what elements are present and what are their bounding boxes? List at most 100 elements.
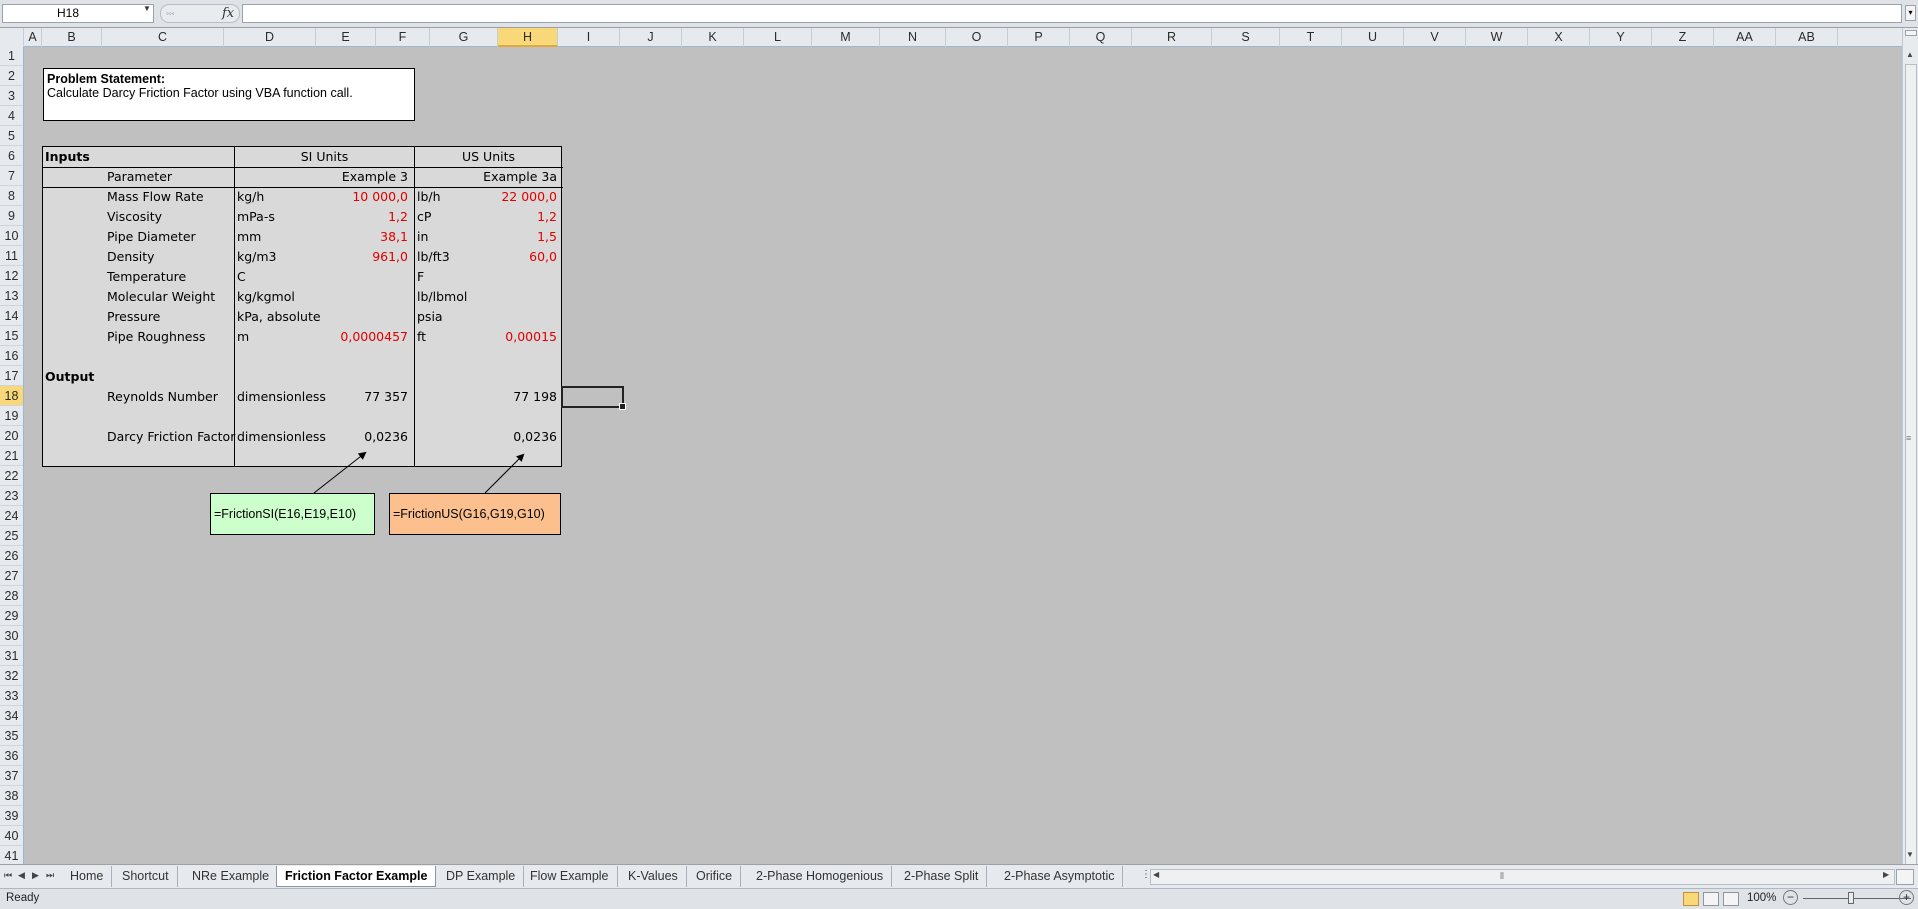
column-header-b[interactable]: B [42, 28, 102, 47]
insert-function-icon[interactable]: fx [222, 6, 234, 21]
row-header-23[interactable]: 23 [0, 486, 23, 506]
vertical-scroll-thumb[interactable] [1905, 64, 1917, 876]
us-formula-callout[interactable]: =FrictionUS(G16,G19,G10) [389, 493, 561, 535]
column-header-g[interactable]: G [430, 28, 498, 47]
us-value[interactable]: 22 000,0 [473, 187, 557, 207]
first-sheet-icon[interactable]: ⏮ [4, 870, 12, 881]
row-header-16[interactable]: 16 [0, 346, 23, 366]
column-header-c[interactable]: C [102, 28, 224, 47]
row-header-5[interactable]: 5 [0, 126, 23, 146]
column-header-h[interactable]: H [498, 28, 558, 47]
column-header-v[interactable]: V [1404, 28, 1466, 47]
column-header-x[interactable]: X [1528, 28, 1590, 47]
row-header-20[interactable]: 20 [0, 426, 23, 446]
row-header-28[interactable]: 28 [0, 586, 23, 606]
row-header-4[interactable]: 4 [0, 106, 23, 126]
zoom-out-button[interactable]: − [1783, 890, 1798, 905]
us-value[interactable]: 0,00015 [473, 327, 557, 347]
friction-si-value[interactable]: 0,0236 [335, 427, 408, 447]
si-value[interactable]: 0,0000457 [323, 327, 408, 347]
si-formula-callout[interactable]: =FrictionSI(E16,E19,E10) [210, 493, 375, 535]
row-header-36[interactable]: 36 [0, 746, 23, 766]
formula-input[interactable] [242, 4, 1902, 23]
column-header-m[interactable]: M [812, 28, 880, 47]
row-header-11[interactable]: 11 [0, 246, 23, 266]
select-all-button[interactable] [0, 28, 24, 47]
scroll-up-icon[interactable]: ▲ [1906, 50, 1914, 59]
reynolds-si-value[interactable]: 77 357 [335, 387, 408, 407]
column-header-f[interactable]: F [376, 28, 430, 47]
column-header-d[interactable]: D [224, 28, 316, 47]
row-header-3[interactable]: 3 [0, 86, 23, 106]
split-handle[interactable] [1896, 869, 1914, 885]
row-header-1[interactable]: 1 [0, 46, 23, 66]
row-header-35[interactable]: 35 [0, 726, 23, 746]
us-value[interactable]: 1,2 [473, 207, 557, 227]
column-header-s[interactable]: S [1212, 28, 1280, 47]
us-value[interactable] [473, 267, 557, 287]
row-header-24[interactable]: 24 [0, 506, 23, 526]
sheet-tab[interactable]: 2-Phase Asymptotic [996, 866, 1124, 887]
column-header-y[interactable]: Y [1590, 28, 1652, 47]
page-break-view-button[interactable] [1723, 892, 1739, 906]
us-value[interactable]: 1,5 [473, 227, 557, 247]
column-header-a[interactable]: A [24, 28, 42, 47]
row-header-29[interactable]: 29 [0, 606, 23, 626]
reynolds-us-value[interactable]: 77 198 [483, 387, 557, 407]
si-value[interactable] [323, 267, 408, 287]
row-header-40[interactable]: 40 [0, 826, 23, 846]
sheet-tab[interactable]: NRe Example [184, 866, 279, 887]
zoom-in-button[interactable]: + [1899, 890, 1914, 905]
zoom-level[interactable]: 100% [1747, 892, 1776, 904]
normal-view-button[interactable] [1683, 892, 1699, 906]
column-header-w[interactable]: W [1466, 28, 1528, 47]
sheet-tab[interactable]: 2-Phase Split [896, 866, 988, 887]
column-header-l[interactable]: L [744, 28, 812, 47]
row-header-10[interactable]: 10 [0, 226, 23, 246]
next-sheet-icon[interactable]: ▶ [32, 870, 39, 881]
column-header-aa[interactable]: AA [1714, 28, 1776, 47]
row-header-6[interactable]: 6 [0, 146, 23, 166]
column-header-i[interactable]: I [558, 28, 620, 47]
row-header-30[interactable]: 30 [0, 626, 23, 646]
friction-us-value[interactable]: 0,0236 [483, 427, 557, 447]
row-header-18[interactable]: 18 [0, 386, 23, 406]
row-header-9[interactable]: 9 [0, 206, 23, 226]
si-value[interactable]: 38,1 [323, 227, 408, 247]
column-header-u[interactable]: U [1342, 28, 1404, 47]
si-value[interactable]: 10 000,0 [323, 187, 408, 207]
si-value[interactable]: 961,0 [323, 247, 408, 267]
column-header-r[interactable]: R [1132, 28, 1212, 47]
row-header-26[interactable]: 26 [0, 546, 23, 566]
page-layout-view-button[interactable] [1703, 892, 1719, 906]
column-header-p[interactable]: P [1008, 28, 1070, 47]
row-header-12[interactable]: 12 [0, 266, 23, 286]
us-value[interactable] [473, 287, 557, 307]
column-header-e[interactable]: E [316, 28, 376, 47]
column-header-k[interactable]: K [682, 28, 744, 47]
column-header-t[interactable]: T [1280, 28, 1342, 47]
row-header-7[interactable]: 7 [0, 166, 23, 186]
row-header-2[interactable]: 2 [0, 66, 23, 86]
row-header-38[interactable]: 38 [0, 786, 23, 806]
row-header-39[interactable]: 39 [0, 806, 23, 826]
row-header-37[interactable]: 37 [0, 766, 23, 786]
column-header-ab[interactable]: AB [1776, 28, 1838, 47]
row-header-32[interactable]: 32 [0, 666, 23, 686]
column-header-j[interactable]: J [620, 28, 682, 47]
row-header-25[interactable]: 25 [0, 526, 23, 546]
horizontal-scrollbar[interactable] [1150, 869, 1895, 885]
last-sheet-icon[interactable]: ⏭ [46, 870, 54, 881]
sheet-tab[interactable]: Home [62, 866, 113, 887]
name-box-dropdown-icon[interactable]: ▼ [143, 4, 151, 13]
sheet-tab[interactable]: Orifice [688, 866, 742, 887]
zoom-slider-thumb[interactable] [1848, 892, 1854, 904]
name-box[interactable]: H18 [2, 4, 154, 23]
row-header-8[interactable]: 8 [0, 186, 23, 206]
row-header-34[interactable]: 34 [0, 706, 23, 726]
si-value[interactable] [323, 307, 408, 327]
si-value[interactable]: 1,2 [323, 207, 408, 227]
sheet-tab[interactable]: Friction Factor Example [276, 866, 437, 887]
column-header-q[interactable]: Q [1070, 28, 1132, 47]
column-header-z[interactable]: Z [1652, 28, 1714, 47]
